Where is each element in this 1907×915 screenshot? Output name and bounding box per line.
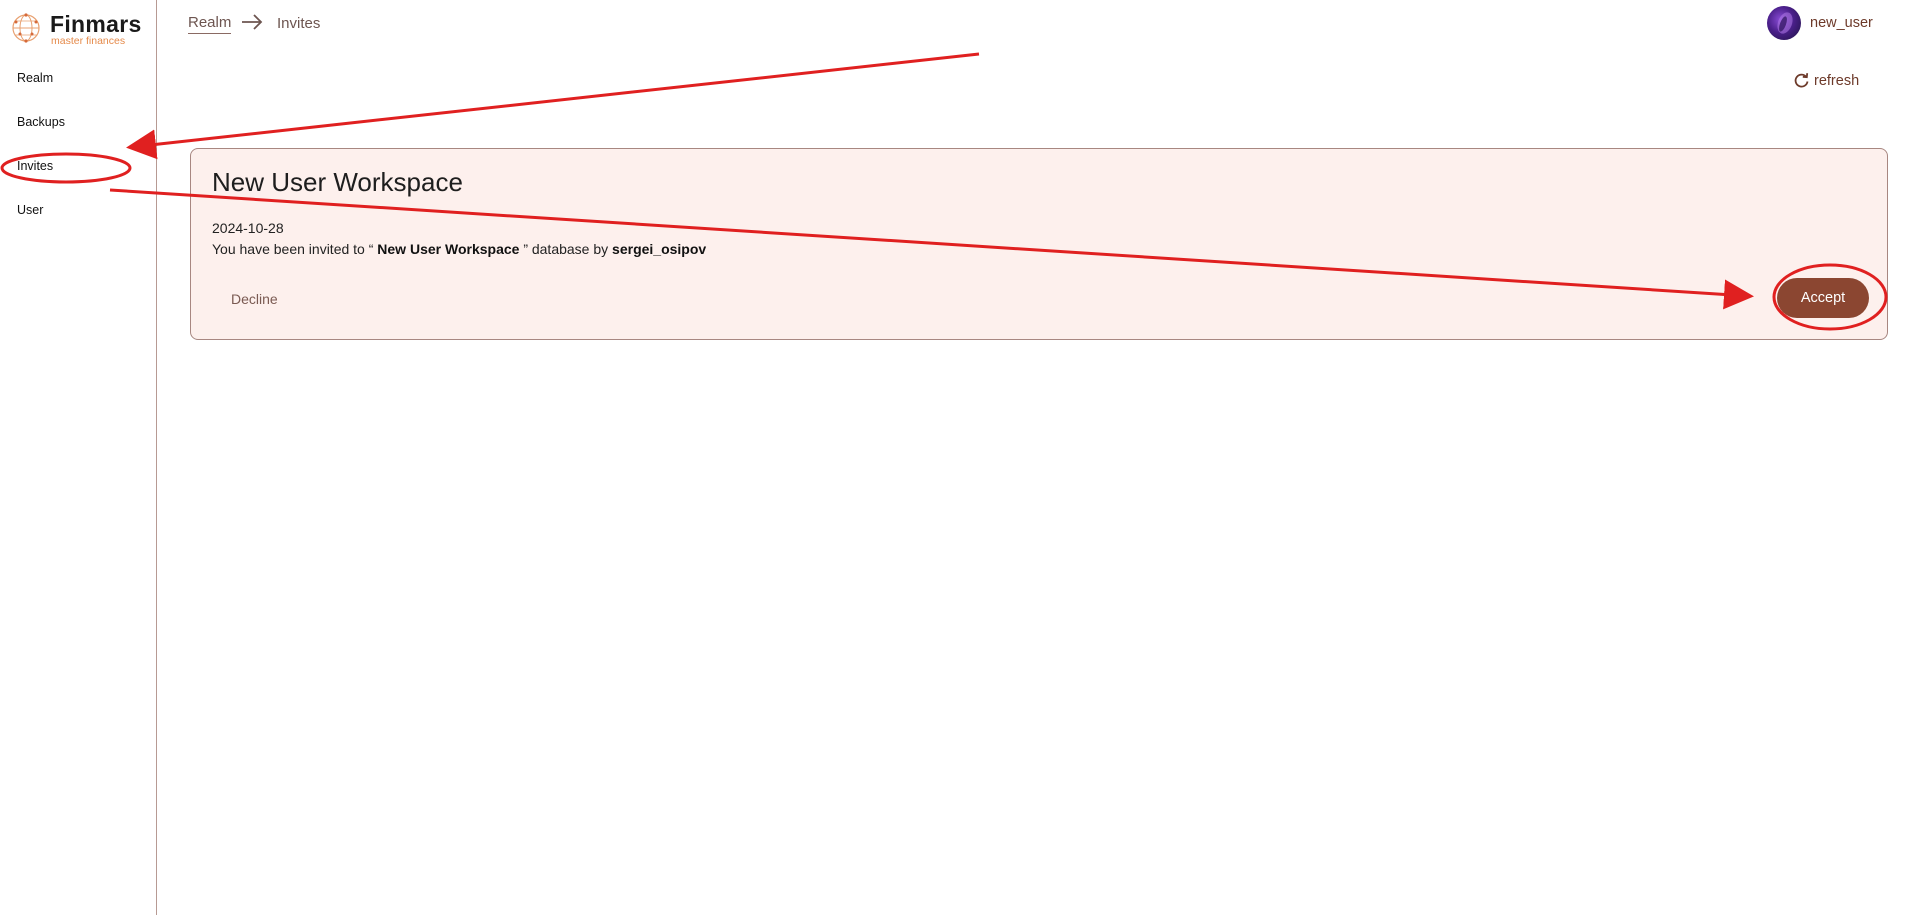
- invite-title: New User Workspace: [212, 167, 463, 197]
- sidebar-item-realm[interactable]: Realm: [17, 71, 53, 85]
- refresh-button[interactable]: refresh: [1793, 72, 1859, 89]
- user-name[interactable]: new_user: [1810, 15, 1873, 31]
- sidebar: Finmars master finances Realm Backups In…: [0, 0, 157, 915]
- sidebar-item-invites[interactable]: Invites: [17, 159, 53, 173]
- top-bar: Realm Invites: [157, 0, 1907, 48]
- annotation-arrow-to-invites: [126, 52, 980, 160]
- sidebar-item-backups[interactable]: Backups: [17, 115, 65, 129]
- refresh-label: refresh: [1814, 72, 1860, 89]
- accept-button[interactable]: Accept: [1777, 278, 1869, 318]
- globe-network-icon: [12, 13, 40, 43]
- breadcrumb-realm[interactable]: Realm: [188, 14, 232, 34]
- brand-tagline: master finances: [51, 35, 126, 47]
- decline-button[interactable]: Decline: [231, 291, 278, 307]
- avatar[interactable]: [1767, 6, 1801, 40]
- invite-message-prefix: You have been invited to “: [212, 241, 374, 257]
- invite-message-middle: ” database by: [523, 241, 609, 257]
- sidebar-item-user[interactable]: User: [17, 203, 43, 217]
- avatar-image: [1777, 12, 1793, 34]
- invite-card: New User Workspace 2024-10-28 You have b…: [190, 148, 1888, 340]
- finmars-logo[interactable]: Finmars master finances: [10, 10, 150, 47]
- brand-name: Finmars: [50, 11, 142, 37]
- invite-workspace-name: New User Workspace: [377, 241, 520, 257]
- invite-date: 2024-10-28: [212, 220, 284, 236]
- refresh-icon: [1794, 73, 1809, 88]
- arrow-right-icon: [242, 14, 263, 30]
- breadcrumb-current: Invites: [277, 15, 321, 32]
- annotation-overlay: [0, 52, 1888, 331]
- invite-inviter: sergei_osipov: [612, 241, 707, 257]
- invite-message: You have been invited to “ New User Work…: [212, 241, 706, 257]
